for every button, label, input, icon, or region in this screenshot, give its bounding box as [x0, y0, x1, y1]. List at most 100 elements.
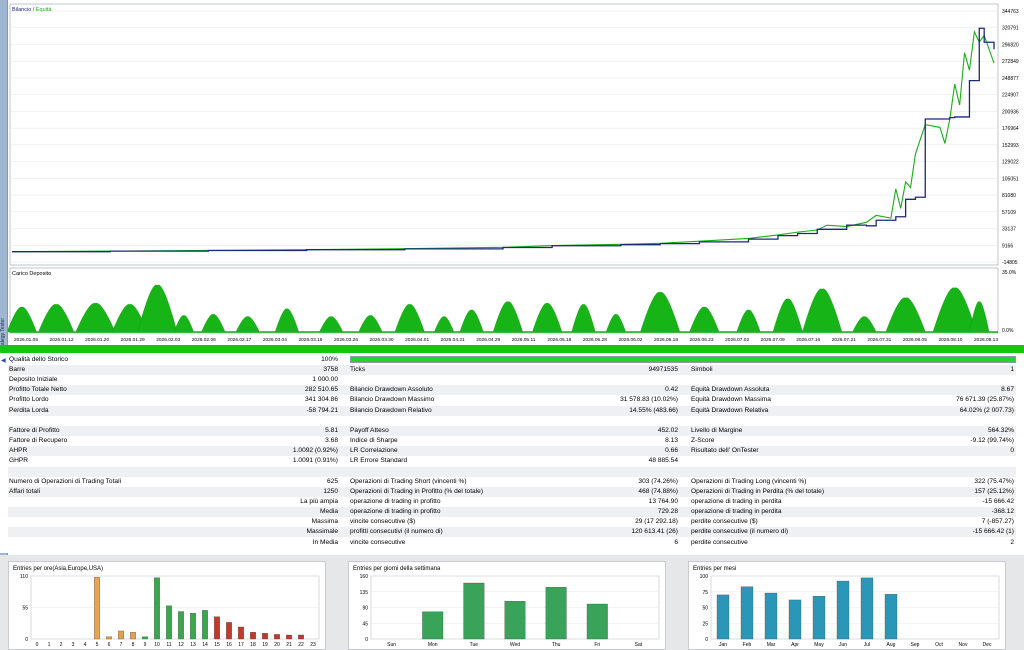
histogram-title: Entries per mesi [693, 566, 736, 572]
histogram-x-label: Fri [594, 642, 600, 648]
chart-legend: Bilancio / Equità [12, 7, 52, 13]
y-axis-label: 248877 [1002, 76, 1019, 82]
quality-value: 100% [321, 356, 338, 363]
report-row: In Media vincite consecutive 6 perdite cons… [8, 538, 1016, 548]
histogram-bar [178, 611, 184, 640]
histogram-bar [812, 596, 826, 640]
report-row: Massimale profitti consecutivi (il numero… [8, 527, 1016, 538]
report-row: Fattore di Recupero 3.68 Indice di Sharpe 8… [8, 436, 1016, 446]
histogram-x-label: 0 [36, 642, 39, 648]
y-axis-label: 33137 [1002, 227, 1016, 233]
histogram-bar [142, 636, 148, 640]
histogram-bar [422, 611, 444, 640]
histogram-x-label: Jan [719, 642, 727, 648]
histogram-x-label: 18 [250, 642, 256, 648]
x-axis-label: 2026.06.18 [654, 337, 678, 343]
stat-value [158, 467, 338, 477]
histogram-x-label: Sat [635, 642, 643, 648]
report-row-quality: Qualità dello Storico 100% [8, 355, 1016, 365]
quality-progress-bar [350, 356, 1016, 363]
y-axis-label: 152993 [1002, 143, 1019, 149]
stat-value [158, 538, 338, 548]
histogram-x-label: Oct [935, 642, 943, 648]
stat-value: 1 [1010, 366, 1014, 373]
histogram-bar [190, 613, 196, 640]
report-row: Fattore di Profitto 5.81 Payoff Atteso 452.… [8, 425, 1016, 436]
report-row: Barre 3758 Ticks 94971535 Simboli 1 [8, 365, 1016, 375]
histogram-bar [463, 582, 485, 640]
histogram-bar [860, 577, 874, 640]
y-axis-label: 200936 [1002, 109, 1019, 115]
stat-value [158, 507, 338, 517]
histogram-x-label: Wed [510, 642, 520, 648]
histogram-x-label: 9 [144, 642, 147, 648]
histogram-y-label: 100 [700, 574, 709, 580]
x-axis-label: 2026.02.17 [227, 337, 251, 343]
y-axis-label: 320791 [1002, 26, 1019, 32]
histogram-x-label: 21 [286, 642, 292, 648]
legend-equity: Equità [36, 7, 53, 13]
x-axis-label: 2026.01.12 [50, 337, 74, 343]
pin-icon[interactable]: ◀ [1, 357, 6, 364]
x-axis-label: 2026.01.05 [14, 337, 38, 343]
y-axis-label: 272849 [1002, 59, 1019, 65]
backtest-report: ◀ Qualità dello Storico 100% Barre 3758 Tick… [0, 353, 1024, 553]
x-axis-label: 2026.02.06 [192, 337, 216, 343]
histogram-bar [788, 599, 802, 640]
histogram-bar [250, 631, 256, 640]
histogram-x-label: 13 [190, 642, 196, 648]
y-axis-label: 344763 [1002, 9, 1019, 15]
histogram-x-label: 17 [238, 642, 244, 648]
stat-value: 303 (74.26%) [638, 477, 678, 485]
stat-value: 3.68 [325, 437, 338, 445]
histogram-x-label: 23 [310, 642, 316, 648]
histogram-bar [166, 605, 172, 640]
x-axis-label: 2026.03.30 [370, 337, 394, 343]
report-row [8, 466, 1016, 477]
x-axis-label: 2026.07.31 [867, 337, 891, 343]
histogram-x-label: 1 [48, 642, 51, 648]
histogram-y-label: 0 [365, 637, 368, 643]
stat-value: 94971535 [648, 366, 678, 373]
histogram-x-label: 14 [202, 642, 208, 648]
report-row: Perdita Lorda -58 794.21 Bilancio Drawdown… [8, 405, 1016, 416]
y-axis-label: -14805 [1002, 260, 1018, 266]
histogram-x-label: 16 [226, 642, 232, 648]
stat-value: 1.0092 (0.92%) [292, 447, 338, 455]
histogram-x-label: 4 [84, 642, 87, 648]
stat-value: 5.81 [325, 426, 338, 434]
legend-balance: Bilancio [12, 7, 31, 13]
histogram-bar [716, 594, 730, 640]
y-axis-label: 105051 [1002, 176, 1019, 182]
histogram-y-label: 25 [702, 621, 708, 627]
report-row: Profitto Lordo 341 304.86 Bilancio Drawdow… [8, 395, 1016, 405]
histogram-y-label: 90 [362, 606, 368, 612]
y-axis-label: 224907 [1002, 93, 1019, 99]
stat-value [834, 456, 1014, 466]
histogram-x-label: Jul [864, 642, 870, 648]
histogram-x-label: 11 [166, 642, 171, 648]
x-axis-label: 2026.08.10 [938, 337, 962, 343]
panel-splitter[interactable] [0, 345, 1024, 353]
stat-value: 1.0091 (0.91%) [292, 457, 338, 465]
histogram-y-label: 135 [360, 590, 369, 596]
stat-value: 7 (-857.27) [981, 518, 1014, 526]
y-axis-label: 129022 [1002, 160, 1019, 166]
histogram-x-label: Nov [959, 642, 968, 648]
histogram-bar [214, 616, 220, 640]
stat-value [158, 527, 338, 537]
histogram-x-label: 5 [96, 642, 99, 648]
load-y-label: 35.0% [1002, 270, 1017, 276]
histogram-bar [226, 622, 232, 640]
histogram-bar [298, 634, 304, 640]
histogram-x-label: Sep [911, 642, 920, 648]
histogram-x-label: Dec [983, 642, 992, 648]
histogram-x-label: 8 [132, 642, 135, 648]
stat-value: -9.12 (99.74%) [970, 437, 1014, 445]
x-axis-label: 2026.04.01 [405, 337, 429, 343]
histogram-y-label: 160 [360, 574, 369, 580]
stat-value: 0 [1010, 447, 1014, 455]
stat-value: 468 (74.88%) [638, 487, 678, 495]
histogram-x-label: Thu [552, 642, 561, 648]
x-axis-label: 2026.05.18 [547, 337, 571, 343]
